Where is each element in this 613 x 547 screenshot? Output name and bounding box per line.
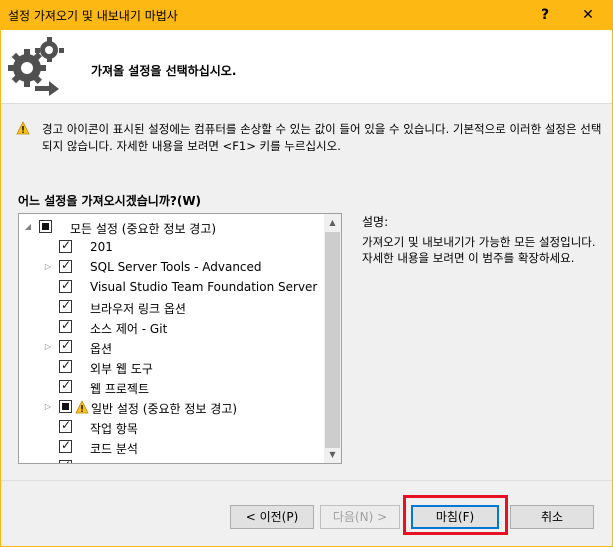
scroll-up-arrow-icon[interactable]: ▲	[324, 214, 341, 231]
next-button[interactable]: 다음(N) >	[320, 505, 400, 529]
tree-item-checkbox[interactable]	[59, 400, 72, 413]
tree-item[interactable]: 201	[19, 237, 326, 257]
tree-item-label: 201	[90, 240, 113, 254]
settings-tree[interactable]: ◢ 모든 설정 (중요한 정보 경고) 201 ▷ SQL Server Tools -…	[18, 213, 342, 464]
tree-item-checkbox[interactable]	[59, 458, 72, 463]
tree-item-checkbox[interactable]	[59, 418, 72, 433]
collapse-arrow-icon[interactable]: ◢	[23, 221, 33, 233]
warning-text: 경고 아이콘이 표시된 설정에는 컴퓨터를 손상할 수 있는 값이 들어 있을 …	[42, 122, 602, 153]
tree-item[interactable]: 작업 항목	[19, 417, 326, 437]
tree-item[interactable]: 외부 웹 도구	[19, 357, 326, 377]
expand-arrow-icon[interactable]: ▷	[43, 261, 53, 273]
tree-item[interactable]: Visual Studio Team Foundation Server	[19, 277, 326, 297]
tree-item-checkbox[interactable]	[59, 378, 72, 393]
tree-item-label: 브라우저 링크 옵션	[90, 302, 186, 316]
tree-item-checkbox[interactable]	[59, 338, 72, 353]
tree-item-label: 옵션	[90, 342, 113, 356]
tree-item[interactable]: 웹 프로젝트	[19, 377, 326, 397]
scroll-thumb[interactable]	[325, 232, 340, 448]
description-title: 설명:	[362, 215, 389, 229]
tree-item-label: 코드 분석	[90, 442, 138, 456]
cancel-button[interactable]: 취소	[510, 505, 594, 529]
warning-icon	[75, 400, 89, 414]
tree-item-checkbox[interactable]	[59, 358, 72, 373]
tree-item-label: 모든 설정 (중요한 정보 경고)	[70, 222, 217, 236]
tree-item-label: 소스 제어 - Git	[90, 322, 168, 336]
tree-item-checkbox[interactable]	[59, 258, 72, 273]
finish-highlight-box	[403, 495, 508, 535]
tree-item-label: Visual Studio Team Foundation Server	[90, 280, 318, 294]
footer-divider	[1, 480, 612, 481]
tree-item[interactable]	[19, 457, 326, 463]
window-title: 설정 가져오기 및 내보내기 마법사	[8, 9, 178, 23]
tree-item-checkbox[interactable]	[39, 220, 52, 233]
tree-item-label: 웹 프로젝트	[90, 382, 150, 396]
tree-scrollbar[interactable]: ▲ ▼	[324, 214, 341, 463]
expand-arrow-icon[interactable]: ▷	[43, 341, 53, 353]
close-button[interactable]: ✕	[568, 0, 608, 30]
tree-item-label: 작업 항목	[90, 422, 138, 436]
tree-item-checkbox[interactable]	[59, 438, 72, 453]
tree-item-label: 일반 설정 (중요한 정보 경고)	[91, 402, 238, 416]
tree-item-checkbox[interactable]	[59, 318, 72, 333]
tree-item-checkbox[interactable]	[59, 278, 72, 293]
back-button[interactable]: < 이전(P)	[230, 505, 314, 529]
tree-item[interactable]: 브라우저 링크 옵션	[19, 297, 326, 317]
wizard-header: 가져올 설정을 선택하십시오.	[1, 30, 612, 104]
tree-item[interactable]: ▷ SQL Server Tools - Advanced	[19, 257, 326, 277]
help-button[interactable]: ?	[530, 0, 560, 30]
tree-item[interactable]: ▷ 옵션	[19, 337, 326, 357]
tree-item-label: 외부 웹 도구	[90, 362, 153, 376]
window-frame-left	[0, 30, 1, 547]
gears-arrow-icon	[8, 37, 64, 96]
tree-item[interactable]: ▷ 일반 설정 (중요한 정보 경고)	[19, 397, 326, 417]
description-text: 가져오기 및 내보내기가 가능한 모든 설정입니다. 자세한 내용을 보려면 이…	[362, 235, 596, 265]
description-panel: 설명: 가져오기 및 내보내기가 가능한 모든 설정입니다. 자세한 내용을 보…	[362, 213, 602, 266]
expand-arrow-icon[interactable]: ▷	[43, 401, 53, 413]
tree-item[interactable]: ◢ 모든 설정 (중요한 정보 경고)	[19, 217, 326, 237]
title-bar: 설정 가져오기 및 내보내기 마법사 ? ✕	[0, 0, 613, 30]
tree-item-checkbox[interactable]	[59, 298, 72, 313]
tree-item[interactable]: 소스 제어 - Git	[19, 317, 326, 337]
tree-item[interactable]: 코드 분석	[19, 437, 326, 457]
page-heading: 가져올 설정을 선택하십시오.	[91, 64, 237, 78]
tree-item-checkbox[interactable]	[59, 238, 72, 253]
settings-tree-label: 어느 설정을 가져오시겠습니까?(W)	[18, 194, 202, 208]
scroll-down-arrow-icon[interactable]: ▼	[324, 446, 341, 463]
tree-item-label: SQL Server Tools - Advanced	[90, 260, 262, 274]
warning-icon	[16, 121, 30, 135]
